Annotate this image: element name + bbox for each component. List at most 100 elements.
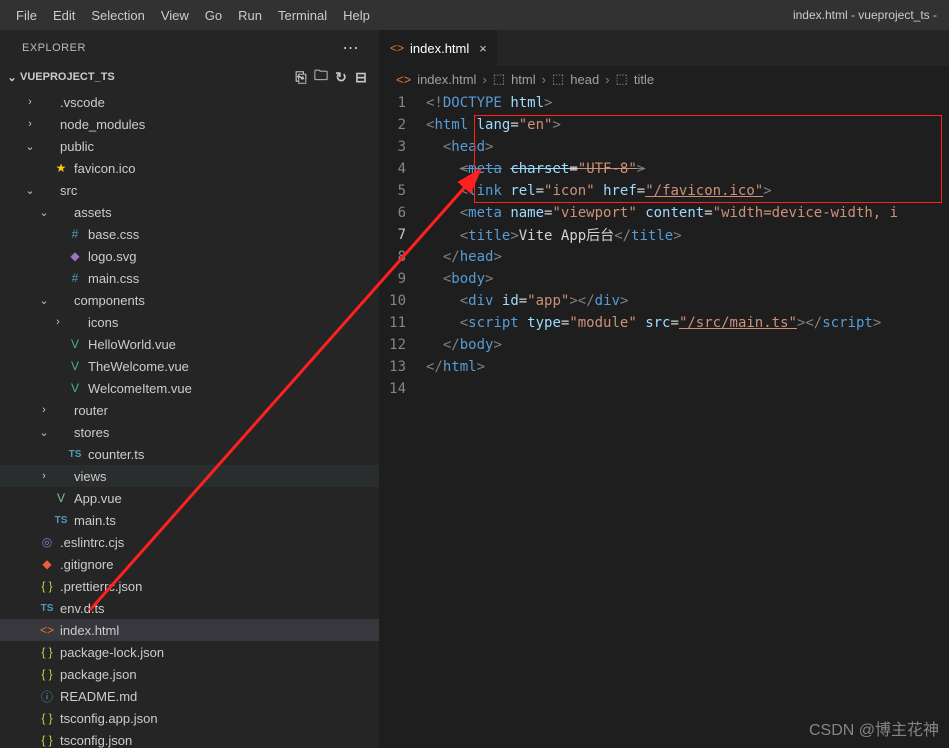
file-welcomeitem-vue[interactable]: VWelcomeItem.vue xyxy=(0,377,379,399)
collapse-icon[interactable]: ⊟ xyxy=(351,69,371,86)
code-content[interactable]: <title>Vite App后台</title> xyxy=(426,225,949,245)
folder--vscode[interactable]: ›.vscode xyxy=(0,91,379,113)
file-tsconfig-app-json[interactable]: { }tsconfig.app.json xyxy=(0,707,379,729)
code-line[interactable]: 12 </body> xyxy=(380,334,949,356)
svg-icon: ◆ xyxy=(66,249,84,263)
code-line[interactable]: 3 <head> xyxy=(380,136,949,158)
chevron-icon: ⌄ xyxy=(22,184,38,197)
chevron-icon: ⌄ xyxy=(36,426,52,439)
code-content[interactable]: </html> xyxy=(426,359,949,375)
code-content[interactable]: <!DOCTYPE html> xyxy=(426,95,949,111)
crumb[interactable]: title xyxy=(634,72,654,87)
file-package-lock-json[interactable]: { }package-lock.json xyxy=(0,641,379,663)
file--prettierrc-json[interactable]: { }.prettierrc.json xyxy=(0,575,379,597)
file-label: main.css xyxy=(88,271,139,286)
menu-help[interactable]: Help xyxy=(335,8,378,23)
refresh-icon[interactable]: ↻ xyxy=(331,69,351,86)
code-content[interactable]: <head> xyxy=(426,139,949,155)
code-content[interactable]: <meta name="viewport" content="width=dev… xyxy=(426,205,949,221)
file-label: base.css xyxy=(88,227,139,242)
file-app-vue[interactable]: VApp.vue xyxy=(0,487,379,509)
folder-icons[interactable]: ›icons xyxy=(0,311,379,333)
code-content[interactable]: </head> xyxy=(426,249,949,265)
new-folder-icon[interactable]: 🗀 xyxy=(311,65,331,89)
code-content[interactable]: </body> xyxy=(426,337,949,353)
code-line[interactable]: 14 xyxy=(380,378,949,400)
file-main-ts[interactable]: TSmain.ts xyxy=(0,509,379,531)
file-label: env.d.ts xyxy=(60,601,105,616)
folder-router[interactable]: ›router xyxy=(0,399,379,421)
new-file-icon[interactable]: ⎘ xyxy=(291,69,311,86)
git-icon: ◆ xyxy=(38,557,56,571)
breadcrumb[interactable]: <> index.html › ⬚ html › ⬚ head › ⬚ titl… xyxy=(380,66,949,92)
folder-assets[interactable]: ⌄assets xyxy=(0,201,379,223)
code-line[interactable]: 2<html lang="en"> xyxy=(380,114,949,136)
crumb[interactable]: html xyxy=(511,72,536,87)
tab-index-html[interactable]: <> index.html × xyxy=(380,30,498,66)
line-number: 1 xyxy=(380,95,426,111)
chevron-icon: › xyxy=(36,470,52,482)
code-line[interactable]: 11 <script type="module" src="/src/main.… xyxy=(380,312,949,334)
folder-views[interactable]: ›views xyxy=(0,465,379,487)
code-line[interactable]: 5 <link rel="icon" href="/favicon.ico"> xyxy=(380,180,949,202)
folder-src[interactable]: ⌄src xyxy=(0,179,379,201)
file-package-json[interactable]: { }package.json xyxy=(0,663,379,685)
code-content[interactable]: <body> xyxy=(426,271,949,287)
code-content[interactable]: <meta charset="UTF-8"> xyxy=(426,161,949,177)
code-line[interactable]: 1<!DOCTYPE html> xyxy=(380,92,949,114)
menu-run[interactable]: Run xyxy=(230,8,270,23)
vue-icon: V xyxy=(66,337,84,351)
project-header[interactable]: ⌄ VUEPROJECT_TS ⎘ 🗀 ↻ ⊟ xyxy=(0,65,379,89)
file-env-d-ts[interactable]: TSenv.d.ts xyxy=(0,597,379,619)
chevron-down-icon: ⌄ xyxy=(4,71,20,84)
code-editor[interactable]: 1<!DOCTYPE html>2<html lang="en">3 <head… xyxy=(380,92,949,748)
folder-node-modules[interactable]: ›node_modules xyxy=(0,113,379,135)
ts-icon: TS xyxy=(66,449,84,460)
file--eslintrc-cjs[interactable]: ◎.eslintrc.cjs xyxy=(0,531,379,553)
info-icon: ⓘ xyxy=(38,688,56,705)
crumb[interactable]: head xyxy=(570,72,599,87)
file-tsconfig-json[interactable]: { }tsconfig.json xyxy=(0,729,379,748)
close-icon[interactable]: × xyxy=(479,41,487,56)
file-logo-svg[interactable]: ◆logo.svg xyxy=(0,245,379,267)
code-line[interactable]: 4 <meta charset="UTF-8"> xyxy=(380,158,949,180)
line-number: 6 xyxy=(380,205,426,221)
code-line[interactable]: 9 <body> xyxy=(380,268,949,290)
file-label: icons xyxy=(88,315,118,330)
vue-icon: V xyxy=(66,381,84,395)
folder-stores[interactable]: ⌄ stores xyxy=(0,421,379,443)
menu-terminal[interactable]: Terminal xyxy=(270,8,335,23)
code-content[interactable]: <script type="module" src="/src/main.ts"… xyxy=(426,315,949,331)
code-content[interactable]: <div id="app"></div> xyxy=(426,293,949,309)
file-label: main.ts xyxy=(74,513,116,528)
code-content[interactable]: <link rel="icon" href="/favicon.ico"> xyxy=(426,183,949,199)
file-index-html[interactable]: <>index.html xyxy=(0,619,379,641)
code-line[interactable]: 10 <div id="app"></div> xyxy=(380,290,949,312)
folder-public[interactable]: ⌄public xyxy=(0,135,379,157)
menu-file[interactable]: File xyxy=(8,8,45,23)
tab-name: index.html xyxy=(410,41,469,56)
code-line[interactable]: 7 <title>Vite App后台</title> xyxy=(380,224,949,246)
file-favicon-ico[interactable]: ★favicon.ico xyxy=(0,157,379,179)
menu-selection[interactable]: Selection xyxy=(83,8,152,23)
code-content[interactable]: <html lang="en"> xyxy=(426,117,949,133)
file--gitignore[interactable]: ◆.gitignore xyxy=(0,553,379,575)
folder-components[interactable]: ⌄components xyxy=(0,289,379,311)
code-line[interactable]: 6 <meta name="viewport" content="width=d… xyxy=(380,202,949,224)
file-counter-ts[interactable]: TScounter.ts xyxy=(0,443,379,465)
explorer-more-icon[interactable]: ⋯ xyxy=(343,38,360,58)
code-line[interactable]: 13</html> xyxy=(380,356,949,378)
file-thewelcome-vue[interactable]: VTheWelcome.vue xyxy=(0,355,379,377)
line-number: 9 xyxy=(380,271,426,287)
file-readme-md[interactable]: ⓘREADME.md xyxy=(0,685,379,707)
file-main-css[interactable]: #main.css xyxy=(0,267,379,289)
code-line[interactable]: 8 </head> xyxy=(380,246,949,268)
file-base-css[interactable]: #base.css xyxy=(0,223,379,245)
file-label: stores xyxy=(74,425,109,440)
file-helloworld-vue[interactable]: VHelloWorld.vue xyxy=(0,333,379,355)
menu-view[interactable]: View xyxy=(153,8,197,23)
crumb[interactable]: index.html xyxy=(417,72,476,87)
explorer-header: EXPLORER ⋯ xyxy=(0,30,379,65)
menu-edit[interactable]: Edit xyxy=(45,8,83,23)
menu-go[interactable]: Go xyxy=(197,8,230,23)
